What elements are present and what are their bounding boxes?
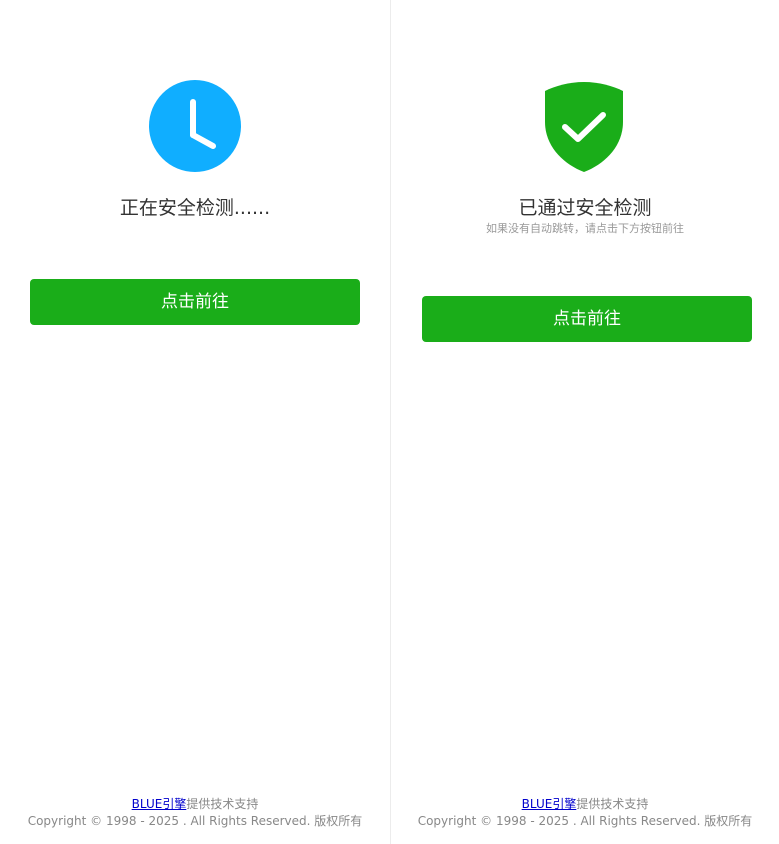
shield-check-icon: [541, 80, 627, 172]
engine-link[interactable]: BLUE引擎: [522, 797, 577, 811]
passed-title: 已通过安全检测: [518, 197, 652, 219]
go-button[interactable]: 点击前往: [422, 296, 752, 342]
copyright-text: Copyright © 1998 - 2025 . All Rights Res…: [417, 814, 753, 828]
passed-panel: 已通过安全检测 如果没有自动跳转，请点击下方按钮前往 点击前往 BLUE引擎提供…: [391, 0, 779, 844]
checking-panel: 正在安全检测...... 点击前往 BLUE引擎提供技术支持 Copyright…: [0, 0, 390, 844]
go-button[interactable]: 点击前往: [30, 279, 360, 325]
redirect-hint: 如果没有自动跳转，请点击下方按钮前往: [486, 222, 684, 235]
engine-link[interactable]: BLUE引擎: [132, 797, 187, 811]
footer-support: BLUE引擎提供技术支持: [0, 796, 390, 813]
clock-icon: [149, 80, 241, 172]
support-text: 提供技术支持: [576, 797, 649, 811]
checking-title: 正在安全检测......: [119, 197, 271, 219]
copyright-text: Copyright © 1998 - 2025 . All Rights Res…: [27, 814, 363, 828]
support-text: 提供技术支持: [186, 797, 259, 811]
footer-support: BLUE引擎提供技术支持: [391, 796, 779, 813]
